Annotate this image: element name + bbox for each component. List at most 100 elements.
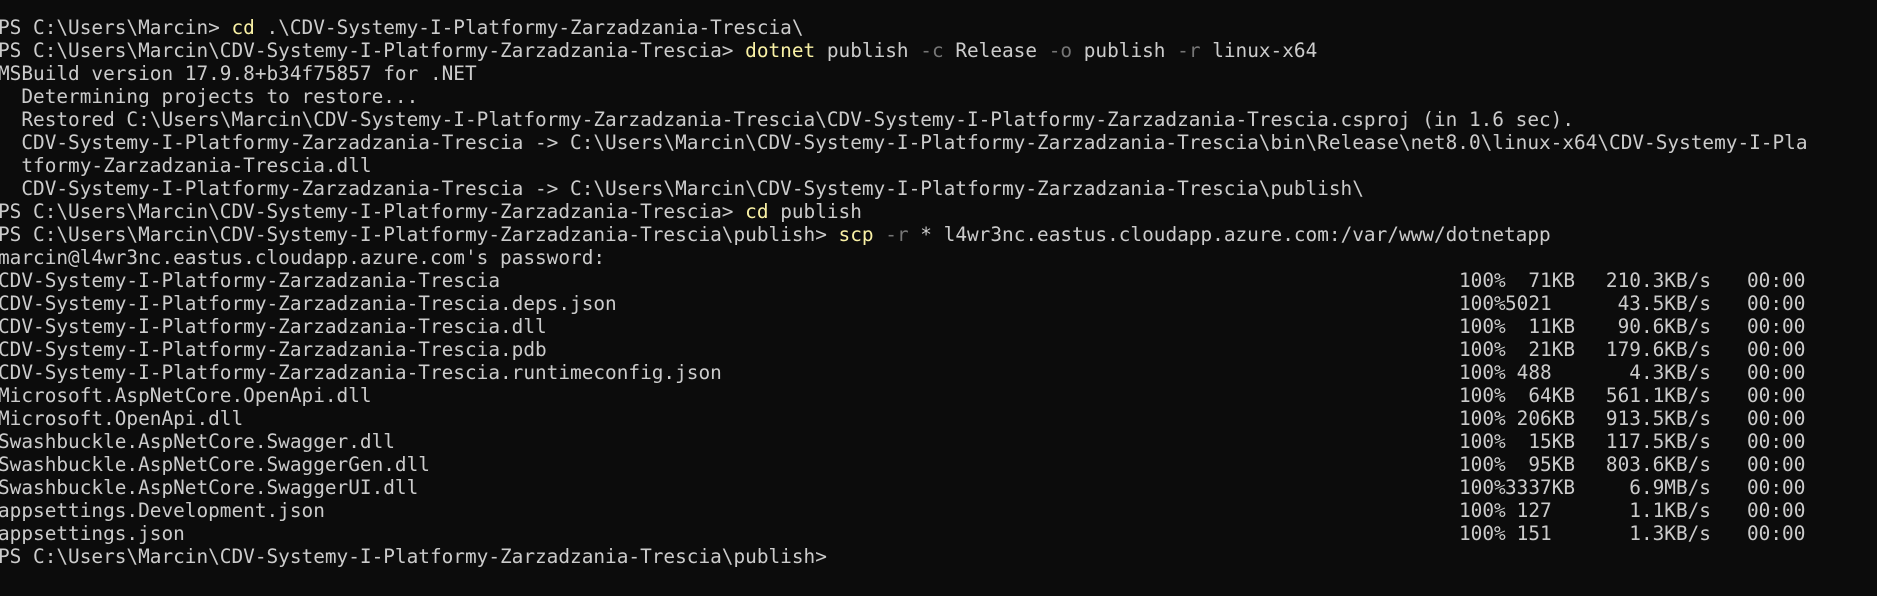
file-name: CDV-Systemy-I-Platformy-Zarzadzania-Tres… bbox=[0, 269, 500, 292]
file-name: CDV-Systemy-I-Platformy-Zarzadzania-Tres… bbox=[0, 361, 722, 384]
command-argument: linux-x64 bbox=[1200, 39, 1318, 62]
transfer-rate: 117.5KB/s bbox=[1605, 430, 1711, 453]
file-name: appsettings.Development.json bbox=[0, 499, 325, 522]
transfer-time: 00:00 bbox=[1747, 453, 1806, 476]
file-size: 71KB bbox=[1505, 269, 1576, 292]
prompt-text: PS C:\Users\Marcin\CDV-Systemy-I-Platfor… bbox=[0, 39, 746, 62]
terminal-line-scp: PS C:\Users\Marcin\CDV-Systemy-I-Platfor… bbox=[0, 223, 1877, 246]
transfer-time: 00:00 bbox=[1747, 361, 1806, 384]
transfer-percent: 100% bbox=[1459, 453, 1506, 476]
command-name: scp bbox=[838, 223, 874, 246]
transfer-list: CDV-Systemy-I-Platformy-Zarzadzania-Tres… bbox=[0, 269, 1877, 545]
file-size: 21KB bbox=[1505, 338, 1576, 361]
transfer-percent: 100% bbox=[1459, 315, 1506, 338]
file-name: CDV-Systemy-I-Platformy-Zarzadzania-Tres… bbox=[0, 315, 547, 338]
transfer-percent: 100% bbox=[1459, 361, 1506, 384]
terminal-output-line: CDV-Systemy-I-Platformy-Zarzadzania-Tres… bbox=[0, 177, 1364, 200]
transfer-percent: 100% bbox=[1459, 522, 1506, 545]
transfer-rate: 1.3KB/s bbox=[1629, 522, 1711, 545]
transfer-time: 00:00 bbox=[1747, 269, 1806, 292]
file-name: CDV-Systemy-I-Platformy-Zarzadzania-Tres… bbox=[0, 292, 617, 315]
command-parameter: -c bbox=[920, 39, 944, 62]
transfer-time: 00:00 bbox=[1747, 292, 1806, 315]
command-argument: publish bbox=[815, 39, 921, 62]
command-name: cd bbox=[745, 200, 769, 223]
file-size: 95KB bbox=[1505, 453, 1576, 476]
terminal-output-line: MSBuild version 17.9.8+b34f75857 for .NE… bbox=[0, 62, 477, 85]
transfer-percent: 100% bbox=[1459, 499, 1506, 522]
command-parameter: -r bbox=[1177, 39, 1201, 62]
command-argument: publish bbox=[768, 200, 862, 223]
file-name: CDV-Systemy-I-Platformy-Zarzadzania-Tres… bbox=[0, 338, 547, 361]
file-size: 5021 bbox=[1505, 292, 1552, 315]
file-size: 11KB bbox=[1505, 315, 1576, 338]
file-size: 15KB bbox=[1505, 430, 1576, 453]
transfer-row: appsettings.json 100% 151 1.3KB/s 00:00 bbox=[0, 522, 1877, 545]
terminal-line-cd-project: PS C:\Users\Marcin> cd .\CDV-Systemy-I-P… bbox=[0, 16, 1877, 39]
command-name: dotnet bbox=[745, 39, 816, 62]
file-name: Microsoft.OpenApi.dll bbox=[0, 407, 244, 430]
transfer-percent: 100% bbox=[1459, 384, 1506, 407]
file-name: Microsoft.AspNetCore.OpenApi.dll bbox=[0, 384, 372, 407]
file-size: 151 bbox=[1505, 522, 1552, 545]
file-name: Swashbuckle.AspNetCore.SwaggerUI.dll bbox=[0, 476, 419, 499]
transfer-time: 00:00 bbox=[1747, 499, 1806, 522]
transfer-row: CDV-Systemy-I-Platformy-Zarzadzania-Tres… bbox=[0, 269, 1877, 292]
file-size: 3337KB bbox=[1505, 476, 1576, 499]
command-parameter: -r bbox=[885, 223, 909, 246]
transfer-time: 00:00 bbox=[1747, 430, 1806, 453]
transfer-row: Swashbuckle.AspNetCore.SwaggerUI.dll 100%… bbox=[0, 476, 1877, 499]
transfer-row: CDV-Systemy-I-Platformy-Zarzadzania-Tres… bbox=[0, 315, 1877, 338]
transfer-row: Microsoft.OpenApi.dll 100% 206KB 913.5KB/s… bbox=[0, 407, 1877, 430]
transfer-row: Swashbuckle.AspNetCore.Swagger.dll 100% 1… bbox=[0, 430, 1877, 453]
file-size: 488 bbox=[1505, 361, 1552, 384]
terminal-output-line: Restored C:\Users\Marcin\CDV-Systemy-I-P… bbox=[0, 108, 1575, 131]
transfer-time: 00:00 bbox=[1747, 338, 1806, 361]
transfer-row: appsettings.Development.json 100% 127 1.1K… bbox=[0, 499, 1877, 522]
transfer-row: CDV-Systemy-I-Platformy-Zarzadzania-Tres… bbox=[0, 292, 1877, 315]
file-name: Swashbuckle.AspNetCore.Swagger.dll bbox=[0, 430, 395, 453]
transfer-row: Swashbuckle.AspNetCore.SwaggerGen.dll 100… bbox=[0, 453, 1877, 476]
transfer-row: Microsoft.AspNetCore.OpenApi.dll 100% 64K… bbox=[0, 384, 1877, 407]
terminal-line-dotnet-publish: PS C:\Users\Marcin\CDV-Systemy-I-Platfor… bbox=[0, 39, 1877, 62]
terminal-line-cd-publish: PS C:\Users\Marcin\CDV-Systemy-I-Platfor… bbox=[0, 200, 1877, 223]
transfer-time: 00:00 bbox=[1747, 407, 1806, 430]
command-argument: .\CDV-Systemy-I-Platformy-Zarzadzania-Tr… bbox=[254, 16, 804, 39]
transfer-percent: 100% bbox=[1459, 292, 1506, 315]
command-name: cd bbox=[231, 16, 255, 39]
file-size: 127 bbox=[1505, 499, 1552, 522]
terminal-window[interactable]: PS C:\Users\Marcin> cd .\CDV-Systemy-I-P… bbox=[0, 0, 1877, 596]
transfer-row: CDV-Systemy-I-Platformy-Zarzadzania-Tres… bbox=[0, 361, 1877, 384]
command-argument: * l4wr3nc.eastus.cloudapp.azure.com:/var… bbox=[908, 223, 1551, 246]
transfer-rate: 6.9MB/s bbox=[1629, 476, 1711, 499]
terminal-final-prompt[interactable]: PS C:\Users\Marcin\CDV-Systemy-I-Platfor… bbox=[0, 545, 1877, 568]
file-size: 206KB bbox=[1505, 407, 1576, 430]
terminal-output-line: Determining projects to restore... bbox=[0, 85, 419, 108]
transfer-rate: 179.6KB/s bbox=[1605, 338, 1711, 361]
password-prompt-line: marcin@l4wr3nc.eastus.cloudapp.azure.com… bbox=[0, 246, 606, 269]
file-name: Swashbuckle.AspNetCore.SwaggerGen.dll bbox=[0, 453, 430, 476]
prompt-text: PS C:\Users\Marcin\CDV-Systemy-I-Platfor… bbox=[0, 223, 839, 246]
transfer-rate: 1.1KB/s bbox=[1629, 499, 1711, 522]
transfer-time: 00:00 bbox=[1747, 315, 1806, 338]
command-argument bbox=[874, 223, 886, 246]
transfer-percent: 100% bbox=[1459, 269, 1506, 292]
transfer-rate: 913.5KB/s bbox=[1605, 407, 1711, 430]
command-parameter: -o bbox=[1048, 39, 1073, 62]
prompt-text: PS C:\Users\Marcin> bbox=[0, 16, 232, 39]
command-argument: Release bbox=[943, 39, 1049, 62]
command-argument: publish bbox=[1072, 39, 1178, 62]
transfer-rate: 561.1KB/s bbox=[1605, 384, 1711, 407]
transfer-rate: 210.3KB/s bbox=[1605, 269, 1711, 292]
transfer-row: CDV-Systemy-I-Platformy-Zarzadzania-Tres… bbox=[0, 338, 1877, 361]
transfer-rate: 90.6KB/s bbox=[1617, 315, 1711, 338]
terminal-output-line: tformy-Zarzadzania-Trescia.dll bbox=[0, 154, 372, 177]
terminal-output-line: CDV-Systemy-I-Platformy-Zarzadzania-Tres… bbox=[0, 131, 1808, 154]
transfer-percent: 100% bbox=[1459, 430, 1506, 453]
transfer-percent: 100% bbox=[1459, 476, 1506, 499]
file-size: 64KB bbox=[1505, 384, 1576, 407]
transfer-percent: 100% bbox=[1459, 338, 1506, 361]
transfer-rate: 4.3KB/s bbox=[1629, 361, 1711, 384]
transfer-rate: 803.6KB/s bbox=[1605, 453, 1711, 476]
file-name: appsettings.json bbox=[0, 522, 185, 545]
